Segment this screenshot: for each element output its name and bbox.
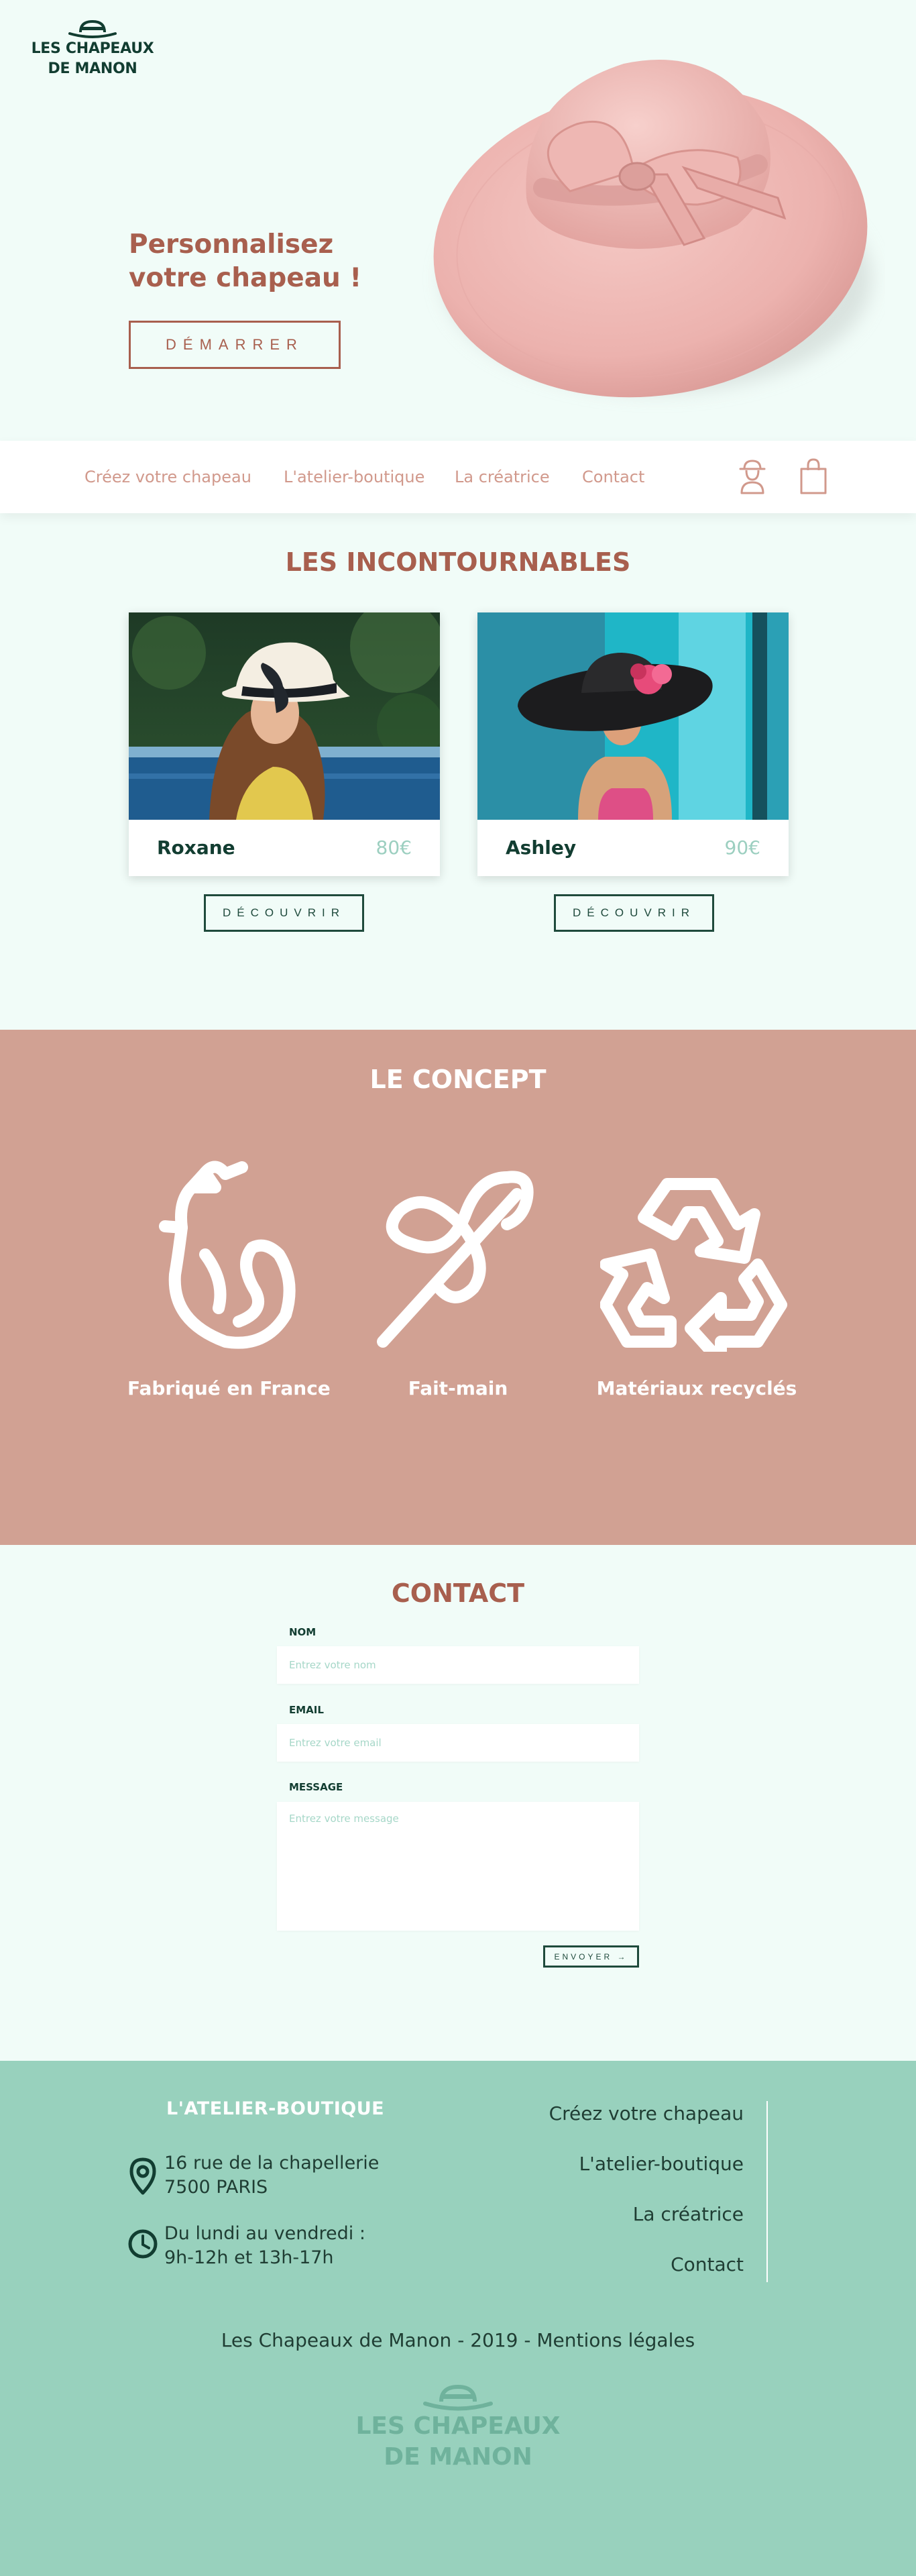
nav-contact[interactable]: Contact [582,468,644,486]
footer-brand-line2: DE MANON [384,2443,532,2471]
concept-label-france: Fabriqué en France [127,1377,331,1399]
legal-notice-link[interactable]: Mentions légales [536,2329,695,2351]
footer-heading: L'ATELIER-BOUTIQUE [166,2098,385,2119]
message-label: MESSAGE [289,1781,343,1793]
shopping-bag-icon[interactable] [798,457,829,496]
product-photo-ashley [477,612,789,820]
hours-line1: Du lundi au vendredi : [164,2223,365,2244]
address-line1: 16 rue de la chapellerie [164,2153,380,2174]
nav-atelier-boutique[interactable]: L'atelier-boutique [284,468,424,486]
send-button[interactable]: ENVOYER → [543,1945,639,1968]
product-name: Ashley [506,837,577,859]
name-field[interactable] [277,1646,639,1684]
hat-logo-icon [68,19,117,38]
brand-name-line1: LES CHAPEAUX [31,40,154,57]
site-footer: L'ATELIER-BOUTIQUE 16 rue de la chapelle… [0,2061,916,2576]
nav-creatrice[interactable]: La créatrice [455,468,550,486]
legal-text: Les Chapeaux de Manon - 2019 - [221,2329,537,2351]
product-photo-roxane [129,612,440,820]
email-label: EMAIL [289,1704,324,1716]
hero-title: Personnalisez votre chapeau ! [129,229,362,293]
concept-title: LE CONCEPT [369,1065,547,1094]
clock-icon [128,2229,158,2259]
pink-hat-image [433,60,872,398]
hat-logo-icon [423,2384,493,2411]
footer-link-creatrice[interactable]: La créatrice [633,2203,744,2225]
brand-logo[interactable]: LES CHAPEAUX DE MANON [25,19,160,79]
brand-name-line2: DE MANON [48,60,137,77]
rooster-icon [159,1161,296,1349]
legal-line: Les Chapeaux de Manon - 2019 - Mentions … [0,2329,916,2351]
concept-section: LE CONCEPT Fabriqué en France Fait-main … [0,1030,916,1545]
footer-link-contact[interactable]: Contact [671,2253,744,2275]
recycle-icon [600,1178,787,1352]
product-card-roxane[interactable]: Roxane 80€ [129,612,440,876]
product-card-ashley[interactable]: Ashley 90€ [477,612,789,876]
footer-brand-logo[interactable]: LES CHAPEAUX DE MANON [324,2383,592,2473]
start-button[interactable]: DÉMARRER [129,321,341,369]
footer-brand-line1: LES CHAPEAUX [355,2412,561,2440]
incontournables-title: LES INCONTOURNABLES [285,547,631,577]
hours-line2: 9h-12h et 13h-17h [164,2247,334,2268]
product-price: 80€ [376,837,412,859]
nav-create-hat[interactable]: Créez votre chapeau [84,468,251,486]
footer-link-create-hat[interactable]: Créez votre chapeau [549,2102,744,2125]
message-field[interactable] [277,1802,639,1931]
contact-title: CONTACT [391,1578,525,1608]
footer-link-atelier-boutique[interactable]: L'atelier-boutique [579,2153,744,2175]
main-navbar: Créez votre chapeau L'atelier-boutique L… [0,441,916,513]
map-pin-icon [129,2157,156,2195]
name-label: NOM [289,1626,317,1638]
address-line2: 7500 PARIS [164,2177,268,2198]
discover-roxane-button[interactable]: DÉCOUVRIR [204,894,364,932]
concept-label-handmade: Fait-main [408,1377,508,1399]
product-name: Roxane [157,837,235,859]
needle-thread-icon [377,1171,534,1348]
concept-label-recycled: Matériaux recyclés [596,1377,797,1399]
product-price: 90€ [724,837,760,859]
footer-divider [766,2101,768,2282]
email-field[interactable] [277,1724,639,1762]
discover-ashley-button[interactable]: DÉCOUVRIR [554,894,714,932]
user-icon[interactable] [736,457,768,496]
